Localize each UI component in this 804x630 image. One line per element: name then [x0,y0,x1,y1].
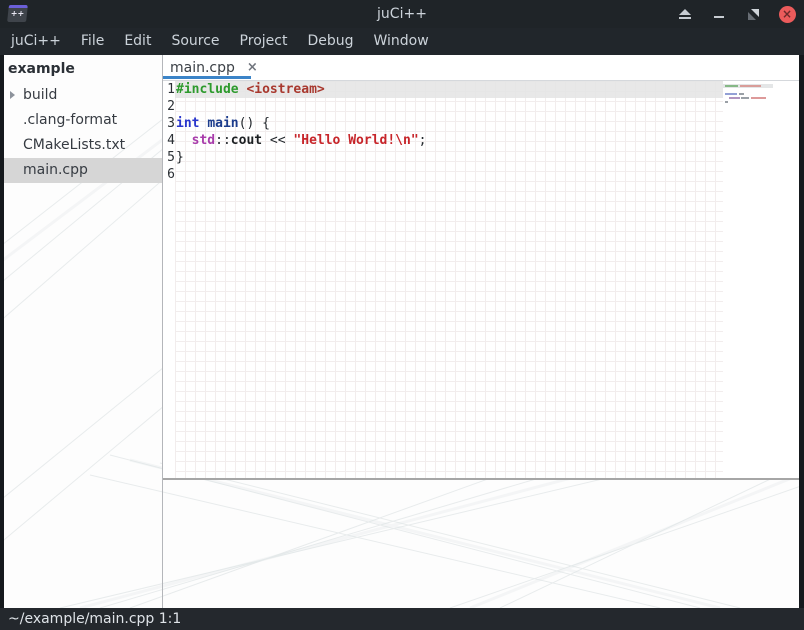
shade-button[interactable] [676,5,694,23]
code-text: int main() { [175,116,270,131]
minimize-icon [714,16,724,18]
code-line-5[interactable]: 5} [163,149,723,166]
code-lines: 1#include <iostream>23int main() {4 std:… [163,81,723,183]
code-text: #include <iostream> [175,82,325,97]
minimap-code-mark [739,93,744,95]
file-tree-sidebar: example build .clang-format CMakeLists.txt… [4,55,162,608]
project-name: example [4,55,162,83]
sidebar-splitter[interactable] [162,55,163,608]
code-line-2[interactable]: 2 [163,98,723,115]
minimize-button[interactable] [710,5,728,23]
window-controls: × [676,0,796,28]
status-file-position: ~/example/main.cpp 1:1 [8,611,181,627]
close-icon: × [779,6,796,23]
maximize-button[interactable] [744,5,762,23]
line-number: 5 [163,149,175,166]
menu-item-file[interactable]: File [71,28,114,55]
close-button[interactable]: × [778,5,796,23]
line-number: 4 [163,132,175,149]
tabbar: main.cpp × [163,55,799,81]
terminal-panel[interactable] [163,480,799,608]
maximize-icon [748,9,759,20]
tree-item-label: build [23,87,57,103]
expander-icon[interactable] [10,91,15,99]
menu-item-edit[interactable]: Edit [114,28,161,55]
tree-item-label: CMakeLists.txt [23,137,125,153]
jucipp-window: ++ juCi++ × juCi++FileEditSourceProjectD… [0,0,804,630]
minimap-code-mark [729,97,740,99]
window-right-border [799,55,804,608]
minimap-code-mark [741,97,749,99]
tree-item-build[interactable]: build [4,83,162,108]
tab-close-icon[interactable]: × [247,60,258,75]
line-number: 3 [163,115,175,132]
code-line-4[interactable]: 4 std::cout << "Hello World!\n"; [163,132,723,149]
menubar: juCi++FileEditSourceProjectDebugWindow [0,28,804,55]
code-text: std::cout << "Hello World!\n"; [175,133,426,148]
tab-label: main.cpp [170,60,235,76]
minimap-code-mark [751,97,766,99]
code-line-6[interactable]: 6 [163,166,723,183]
menu-item-source[interactable]: Source [161,28,229,55]
code-text: } [175,150,184,165]
tree-item-main-cpp[interactable]: main.cpp [4,158,162,183]
code-text [175,99,176,114]
code-text [175,167,176,182]
minimap-code-mark [725,101,728,103]
minimap[interactable] [723,81,799,478]
minimap-code-mark [725,85,738,87]
window-left-border [0,55,4,608]
minimap-line-6 [723,104,799,108]
source-editor[interactable]: 1#include <iostream>23int main() {4 std:… [163,81,799,478]
minimap-code-mark [725,93,737,95]
menu-item-project[interactable]: Project [230,28,298,55]
minimap-code-mark [740,85,761,87]
file-tree: build .clang-format CMakeLists.txt main.cpp [4,83,162,183]
shade-bar-icon [679,17,691,19]
tree-item-cmakelists-txt[interactable]: CMakeLists.txt [4,133,162,158]
line-number: 6 [163,166,175,183]
menu-item-debug[interactable]: Debug [297,28,363,55]
line-number: 2 [163,98,175,115]
code-line-1[interactable]: 1#include <iostream> [163,81,723,98]
shade-triangle-icon [679,9,691,15]
content-area: example build .clang-format CMakeLists.txt… [0,55,804,608]
line-number: 1 [163,81,175,98]
app-logo-icon: ++ [7,5,28,22]
menu-item-window[interactable]: Window [364,28,439,55]
tree-item-label: main.cpp [23,162,88,178]
tree-item-label: .clang-format [23,112,117,128]
code-line-3[interactable]: 3int main() { [163,115,723,132]
menu-item-juci[interactable]: juCi++ [1,28,71,55]
editor-pane: main.cpp × 1#include <iostream>23int mai… [163,55,799,608]
tree-item-clang-format[interactable]: .clang-format [4,108,162,133]
active-tab-indicator [163,76,251,79]
titlebar[interactable]: ++ juCi++ × [0,0,804,28]
statusbar: ~/example/main.cpp 1:1 [0,608,804,630]
